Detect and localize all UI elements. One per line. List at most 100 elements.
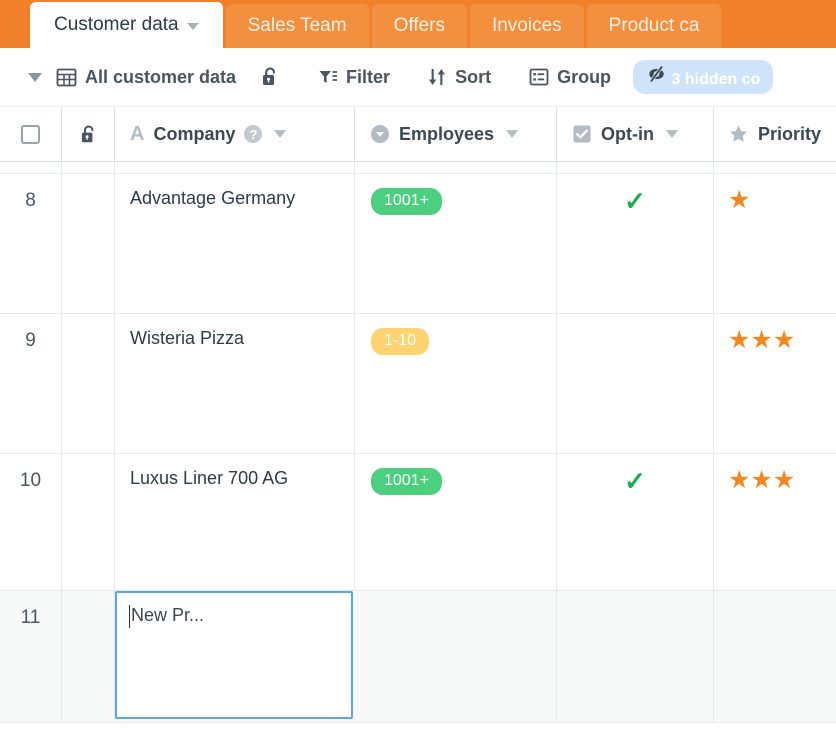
table-row[interactable]: 9 Wisteria Pizza 1-10 ★★★: [0, 314, 836, 454]
row-number: 8: [25, 190, 36, 212]
star-icon: [728, 124, 749, 144]
table-row-editing[interactable]: 11 New Pr...: [0, 591, 836, 723]
unlocked-padlock-icon: [260, 66, 280, 88]
row-number-cell: 9: [0, 314, 62, 453]
group-label: Group: [557, 67, 611, 88]
help-icon[interactable]: ?: [244, 125, 262, 143]
check-icon: ✓: [624, 188, 646, 214]
employees-badge: 1001+: [371, 188, 442, 215]
table-row[interactable]: 8 Advantage Germany 1001+ ✓ ★: [0, 174, 836, 314]
optin-cell[interactable]: ✓: [557, 174, 714, 313]
table-row[interactable]: 10 Luxus Liner 700 AG 1001+ ✓ ★★★: [0, 454, 836, 591]
tab-label: Invoices: [492, 15, 562, 37]
row-lock-cell: [62, 174, 115, 313]
tab-sales-team[interactable]: Sales Team: [226, 4, 369, 48]
chevron-down-icon[interactable]: [666, 130, 678, 138]
priority-stars: ★: [728, 188, 750, 213]
row-lock-cell: [62, 454, 115, 590]
table-grid-icon: [56, 67, 77, 88]
tab-label: Customer data: [54, 14, 179, 36]
company-cell-editing[interactable]: New Pr...: [115, 591, 355, 722]
cell-editor-value: New Pr...: [131, 605, 204, 626]
sort-label: Sort: [455, 67, 491, 88]
row-lock-cell: [62, 591, 115, 722]
priority-cell[interactable]: ★: [714, 174, 836, 313]
text-type-icon: A: [130, 124, 144, 144]
group-list-icon: [529, 67, 549, 87]
tab-invoices[interactable]: Invoices: [470, 4, 584, 48]
column-header-label: Priority: [758, 124, 821, 145]
grid-header-row: A Company ? Employees Opt-in: [0, 106, 836, 162]
row-number-cell: 10: [0, 454, 62, 590]
eye-slash-icon: [646, 64, 667, 84]
priority-stars: ★★★: [728, 468, 795, 493]
column-header-label: Employees: [399, 124, 494, 145]
hidden-columns-label: 3 hidden co: [672, 71, 761, 88]
row-number-cell: 8: [0, 174, 62, 313]
chevron-down-icon[interactable]: [187, 23, 199, 30]
priority-cell[interactable]: ★★★: [714, 314, 836, 453]
checkbox-type-icon: [572, 124, 592, 144]
tab-offers[interactable]: Offers: [372, 4, 467, 48]
tab-bar: Customer data Sales Team Offers Invoices…: [0, 0, 836, 48]
cell-editor-input[interactable]: New Pr...: [115, 591, 353, 719]
tab-label: Product ca: [609, 15, 700, 37]
priority-cell[interactable]: ★★★: [714, 454, 836, 590]
tab-label: Offers: [394, 15, 445, 37]
company-value: Wisteria Pizza: [130, 328, 244, 349]
view-label: All customer data: [85, 67, 236, 88]
lock-column-header[interactable]: [62, 107, 115, 161]
chevron-down-icon[interactable]: [506, 130, 518, 138]
table-row-partial[interactable]: [0, 162, 836, 174]
row-number-cell: 11: [0, 591, 62, 722]
row-number: 10: [20, 470, 41, 492]
company-value: Luxus Liner 700 AG: [130, 468, 288, 489]
optin-cell[interactable]: ✓: [557, 454, 714, 590]
priority-stars: ★★★: [728, 328, 795, 353]
employees-cell[interactable]: [355, 591, 557, 722]
data-grid: A Company ? Employees Opt-in: [0, 106, 836, 723]
sort-button[interactable]: Sort: [418, 61, 501, 94]
check-icon: ✓: [624, 468, 646, 494]
funnel-icon: [318, 68, 338, 87]
company-value: Advantage Germany: [130, 188, 295, 209]
optin-cell[interactable]: [557, 314, 714, 453]
company-cell[interactable]: Wisteria Pizza: [115, 314, 355, 453]
group-button[interactable]: Group: [519, 61, 621, 94]
view-selector[interactable]: All customer data: [18, 61, 246, 94]
hidden-columns-button[interactable]: 3 hidden co: [633, 60, 773, 94]
tab-label: Sales Team: [248, 15, 347, 37]
tab-product-catalog[interactable]: Product ca: [587, 4, 722, 48]
row-number: 11: [21, 607, 41, 629]
select-all-header[interactable]: [0, 107, 62, 161]
employees-cell[interactable]: 1001+: [355, 454, 557, 590]
company-cell[interactable]: Luxus Liner 700 AG: [115, 454, 355, 590]
column-header-employees[interactable]: Employees: [355, 107, 557, 161]
employees-badge: 1-10: [371, 328, 429, 355]
optin-cell[interactable]: [557, 591, 714, 722]
employees-cell[interactable]: 1-10: [355, 314, 557, 453]
priority-cell[interactable]: [714, 591, 836, 722]
column-header-label: Opt-in: [601, 124, 654, 145]
tab-customer-data[interactable]: Customer data: [30, 2, 223, 48]
chevron-down-icon[interactable]: [274, 130, 286, 138]
checkbox-icon[interactable]: [21, 125, 40, 144]
lock-view-button[interactable]: [246, 60, 290, 94]
view-toolbar: All customer data Filter: [0, 48, 836, 106]
filter-button[interactable]: Filter: [308, 61, 400, 94]
column-header-priority[interactable]: Priority: [714, 107, 836, 161]
company-cell[interactable]: Advantage Germany: [115, 174, 355, 313]
column-header-company[interactable]: A Company ?: [115, 107, 355, 161]
row-number: 9: [25, 330, 36, 352]
employees-badge: 1001+: [371, 468, 442, 495]
chevron-down-icon: [28, 73, 42, 82]
column-header-optin[interactable]: Opt-in: [557, 107, 714, 161]
filter-label: Filter: [346, 67, 390, 88]
column-header-label: Company: [153, 124, 235, 145]
single-select-icon: [370, 124, 390, 144]
text-cursor: [129, 605, 130, 628]
unlocked-padlock-icon: [79, 124, 98, 145]
employees-cell[interactable]: 1001+: [355, 174, 557, 313]
row-lock-cell: [62, 314, 115, 453]
sort-arrows-icon: [428, 67, 447, 87]
